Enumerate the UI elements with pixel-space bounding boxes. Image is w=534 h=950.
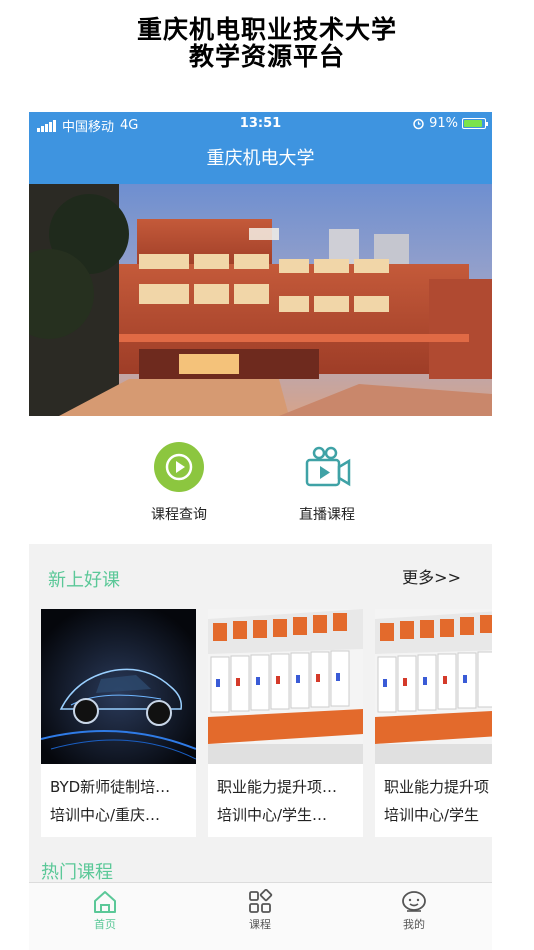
page-title: 重庆机电大学 — [206, 148, 315, 169]
alarm-icon — [413, 118, 424, 130]
tab-profile-label: 我的 — [403, 918, 425, 931]
tab-home[interactable]: 首页 — [75, 889, 135, 932]
promo-title: 重庆机电职业技术大学 教学资源平台 — [0, 16, 534, 70]
promo-title-line1: 重庆机电职业技术大学 — [136, 15, 397, 44]
course-card[interactable]: 职业能力提升项 培训中心/学生 — [375, 609, 492, 837]
profile-icon — [402, 891, 426, 912]
circuit-breaker-image — [208, 609, 363, 764]
banner-carousel[interactable] — [29, 184, 492, 416]
course-card[interactable]: BYD新师徒制培… 培训中心/重庆… — [41, 609, 196, 837]
grid-icon — [249, 889, 273, 913]
course-card-subtitle: 培训中心/学生… — [217, 806, 328, 824]
course-card-subtitle: 培训中心/学生 — [384, 806, 480, 824]
play-circle-icon — [154, 442, 204, 492]
video-camera-icon — [305, 446, 351, 487]
tab-courses[interactable]: 课程 — [230, 889, 290, 932]
course-card-subtitle: 培训中心/重庆… — [50, 806, 161, 824]
status-bar: 中国移动 4G 13:51 91% — [29, 112, 492, 136]
more-link[interactable]: 更多>> — [402, 564, 461, 588]
live-course-label: 直播课程 — [299, 507, 355, 523]
tab-courses-label: 课程 — [249, 918, 271, 931]
battery-icon — [462, 118, 488, 129]
home-icon — [94, 891, 116, 913]
course-card-title: 职业能力提升项 — [384, 778, 490, 796]
battery-percent: 91% — [429, 116, 458, 131]
car-image — [41, 609, 196, 764]
banner-image — [29, 184, 492, 416]
new-courses-title: 新上好课 — [48, 570, 120, 591]
circuit-breaker-image — [375, 609, 492, 764]
hot-courses-title: 热门课程 — [41, 862, 113, 883]
tab-home-label: 首页 — [94, 918, 116, 931]
phone-screen: 中国移动 4G 13:51 91% 重庆机电大学 课程查询 直播课程 新上好课 … — [29, 112, 492, 950]
nav-bar: 重庆机电大学 — [29, 136, 492, 184]
course-card-title: BYD新师徒制培… — [50, 778, 171, 796]
live-course-button[interactable]: 直播课程 — [267, 442, 387, 524]
tab-profile[interactable]: 我的 — [384, 889, 444, 932]
tab-bar: 首页 课程 我的 — [29, 882, 492, 950]
promo-title-line2: 教学资源平台 — [188, 42, 345, 71]
course-card[interactable]: 职业能力提升项… 培训中心/学生… — [208, 609, 363, 837]
course-search-button[interactable]: 课程查询 — [119, 442, 239, 524]
course-card-title: 职业能力提升项… — [217, 778, 338, 796]
course-search-label: 课程查询 — [151, 507, 207, 523]
